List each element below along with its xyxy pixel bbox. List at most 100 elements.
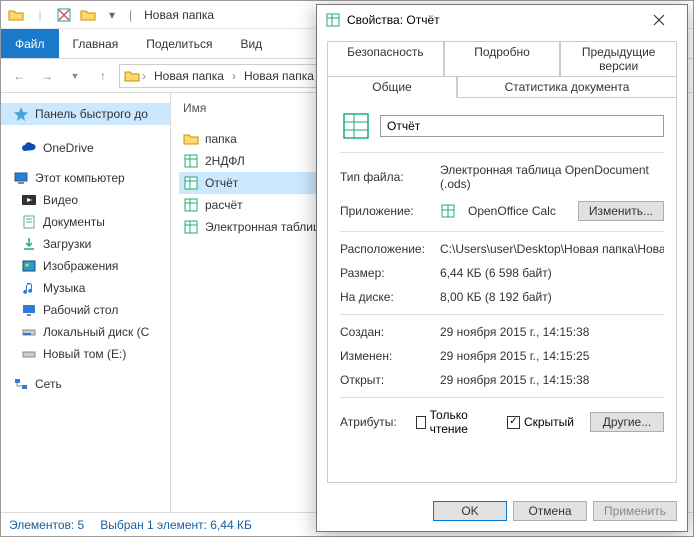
navigation-pane: Панель быстрого до OneDrive Этот компьют… bbox=[1, 93, 171, 512]
nav-local-disk[interactable]: Локальный диск (С bbox=[1, 321, 170, 343]
nav-onedrive[interactable]: OneDrive bbox=[1, 137, 170, 159]
tab-view[interactable]: Вид bbox=[226, 29, 276, 58]
attributes-label: Атрибуты: bbox=[340, 415, 408, 429]
tab-panel-general: Отчёт Тип файла: Электронная таблица Open… bbox=[327, 97, 677, 483]
spreadsheet-icon bbox=[325, 12, 341, 28]
nav-music[interactable]: Музыка bbox=[1, 277, 170, 299]
divider bbox=[340, 152, 664, 153]
nav-this-pc[interactable]: Этот компьютер bbox=[1, 167, 170, 189]
apply-button[interactable]: Применить bbox=[593, 501, 677, 521]
size-label: Размер: bbox=[340, 266, 432, 280]
app-value: OpenOffice Calc bbox=[468, 204, 570, 218]
properties-qat-icon[interactable] bbox=[53, 4, 75, 26]
other-attributes-button[interactable]: Другие... bbox=[590, 412, 664, 432]
app-label: Приложение: bbox=[340, 204, 432, 218]
filename-row: Отчёт bbox=[340, 110, 664, 142]
new-folder-qat-icon[interactable] bbox=[77, 4, 99, 26]
checkbox-checked-icon bbox=[507, 416, 520, 429]
nav-videos[interactable]: Видео bbox=[1, 189, 170, 211]
nav-label: Видео bbox=[43, 193, 78, 207]
accessed-value: 29 ноября 2015 г., 14:15:38 bbox=[440, 373, 664, 387]
modified-label: Изменен: bbox=[340, 349, 432, 363]
type-value: Электронная таблица OpenDocument (.ods) bbox=[440, 163, 664, 191]
location-value: C:\Users\user\Desktop\Новая папка\Новая … bbox=[440, 242, 664, 256]
nav-label: Загрузки bbox=[43, 237, 91, 251]
chevron-right-icon[interactable]: › bbox=[232, 69, 236, 83]
created-label: Создан: bbox=[340, 325, 432, 339]
crumb-2[interactable]: Новая папка bbox=[238, 69, 320, 83]
qat-separator: | bbox=[29, 4, 51, 26]
document-icon bbox=[21, 214, 37, 230]
tab-previous-versions[interactable]: Предыдущие версии bbox=[560, 41, 677, 76]
nav-network[interactable]: Сеть bbox=[1, 373, 170, 395]
recent-locations-button[interactable]: ▼ bbox=[63, 64, 87, 88]
change-app-button[interactable]: Изменить... bbox=[578, 201, 664, 221]
nav-label: Локальный диск (С bbox=[43, 325, 149, 339]
music-icon bbox=[21, 280, 37, 296]
forward-button[interactable]: → bbox=[35, 64, 59, 88]
type-label: Тип файла: bbox=[340, 170, 432, 184]
nav-documents[interactable]: Документы bbox=[1, 211, 170, 233]
nav-new-volume[interactable]: Новый том (E:) bbox=[1, 343, 170, 365]
ok-button[interactable]: OK bbox=[433, 501, 507, 521]
readonly-label: Только чтение bbox=[430, 408, 487, 436]
tab-file[interactable]: Файл bbox=[1, 29, 59, 58]
quick-access-toolbar: | ▾ | bbox=[5, 4, 136, 26]
openoffice-icon bbox=[440, 203, 456, 219]
nav-label: Музыка bbox=[43, 281, 85, 295]
disk-icon bbox=[21, 324, 37, 340]
properties-dialog: Свойства: Отчёт Безопасность Подробно Пр… bbox=[316, 4, 688, 532]
tab-share[interactable]: Поделиться bbox=[132, 29, 226, 58]
nav-label: Новый том (E:) bbox=[43, 347, 126, 361]
tab-strip: Безопасность Подробно Предыдущие версии … bbox=[317, 35, 687, 97]
accessed-label: Открыт: bbox=[340, 373, 432, 387]
tab-document-stats[interactable]: Статистика документа bbox=[457, 76, 677, 97]
folder-icon bbox=[124, 68, 140, 84]
spreadsheet-icon bbox=[183, 219, 199, 235]
chevron-right-icon[interactable]: › bbox=[142, 69, 146, 83]
attributes-row: Атрибуты: Только чтение Скрытый Другие..… bbox=[340, 408, 664, 436]
file-name: расчёт bbox=[205, 198, 243, 212]
tab-general[interactable]: Общие bbox=[327, 76, 457, 98]
star-icon bbox=[13, 106, 29, 122]
readonly-checkbox[interactable]: Только чтение bbox=[416, 408, 487, 436]
ondisk-label: На диске: bbox=[340, 290, 432, 304]
nav-label: Этот компьютер bbox=[35, 171, 125, 185]
tab-home[interactable]: Главная bbox=[59, 29, 133, 58]
hidden-checkbox[interactable]: Скрытый bbox=[507, 415, 574, 429]
cancel-button[interactable]: Отмена bbox=[513, 501, 587, 521]
spreadsheet-icon bbox=[183, 153, 199, 169]
nav-label: Сеть bbox=[35, 377, 62, 391]
location-label: Расположение: bbox=[340, 242, 432, 256]
status-count: Элементов: 5 bbox=[9, 518, 84, 532]
divider bbox=[340, 314, 664, 315]
nav-desktop[interactable]: Рабочий стол bbox=[1, 299, 170, 321]
up-button[interactable]: ↑ bbox=[91, 64, 115, 88]
qat-dropdown-icon[interactable]: ▾ bbox=[101, 4, 123, 26]
dialog-title: Свойства: Отчёт bbox=[347, 13, 440, 27]
spreadsheet-icon bbox=[183, 197, 199, 213]
file-type-icon bbox=[340, 110, 372, 142]
nav-label: Панель быстрого до bbox=[35, 107, 148, 121]
nav-label: OneDrive bbox=[43, 141, 94, 155]
hidden-label: Скрытый bbox=[524, 415, 574, 429]
nav-quick-access[interactable]: Панель быстрого до bbox=[1, 103, 170, 125]
status-selection: Выбран 1 элемент: 6,44 КБ bbox=[100, 518, 252, 532]
computer-icon bbox=[13, 170, 29, 186]
folder-icon bbox=[5, 4, 27, 26]
divider bbox=[340, 231, 664, 232]
tab-details[interactable]: Подробно bbox=[444, 41, 561, 76]
back-button[interactable]: ← bbox=[7, 64, 31, 88]
spreadsheet-icon bbox=[183, 175, 199, 191]
picture-icon bbox=[21, 258, 37, 274]
video-icon bbox=[21, 192, 37, 208]
nav-label: Документы bbox=[43, 215, 105, 229]
crumb-1[interactable]: Новая папка bbox=[148, 69, 230, 83]
nav-downloads[interactable]: Загрузки bbox=[1, 233, 170, 255]
close-button[interactable] bbox=[639, 6, 679, 34]
nav-pictures[interactable]: Изображения bbox=[1, 255, 170, 277]
modified-value: 29 ноября 2015 г., 14:15:25 bbox=[440, 349, 664, 363]
tab-security[interactable]: Безопасность bbox=[327, 41, 444, 76]
filename-input[interactable]: Отчёт bbox=[380, 115, 664, 137]
nav-label: Рабочий стол bbox=[43, 303, 118, 317]
